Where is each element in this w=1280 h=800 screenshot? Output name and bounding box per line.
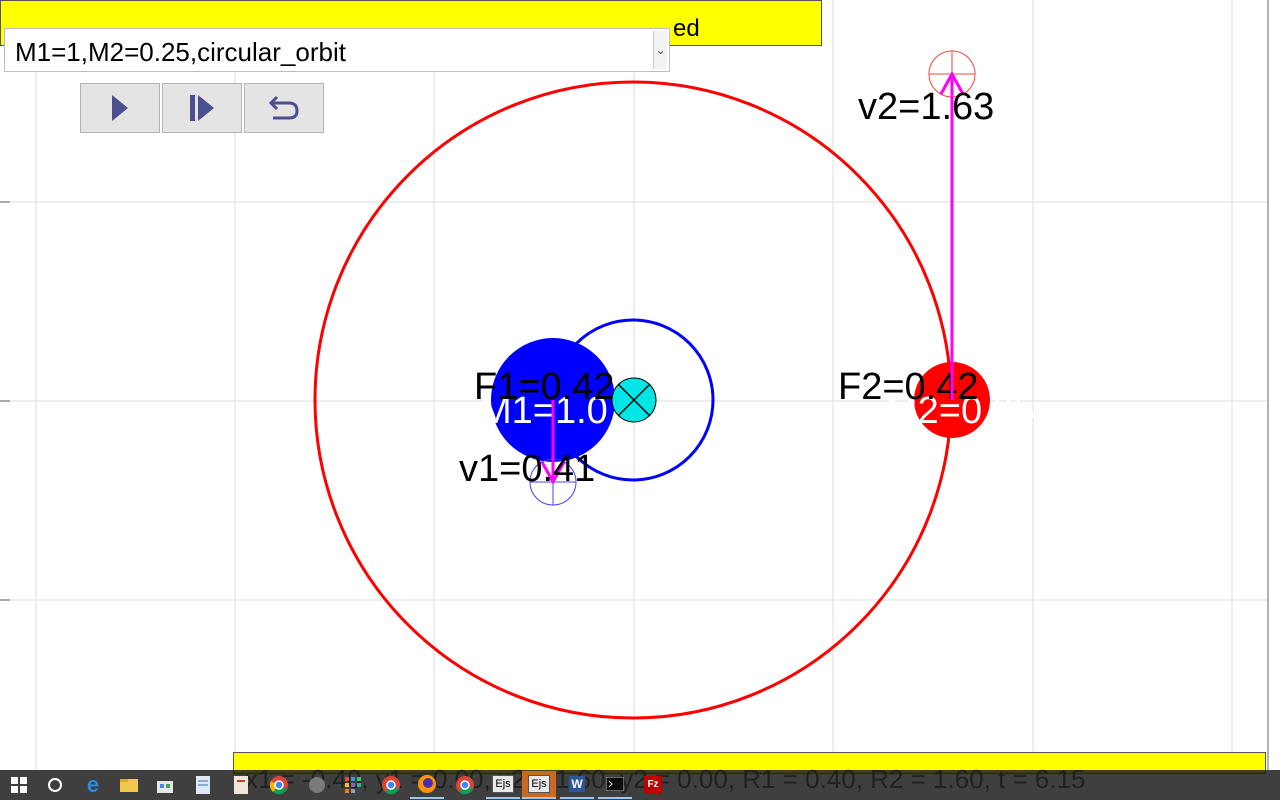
windows-start-button[interactable] — [2, 771, 36, 799]
top-message-text: ed — [673, 15, 700, 42]
store-icon — [157, 781, 173, 793]
chrome-taskbar-item[interactable] — [262, 771, 296, 799]
app-icon — [234, 776, 248, 794]
chrome-taskbar-item-2[interactable] — [374, 771, 408, 799]
document-icon — [309, 777, 325, 793]
preset-select[interactable]: M1=1,M2=0.25,circular_orbit ⌄ — [4, 28, 670, 72]
notepad-taskbar-item[interactable] — [186, 771, 220, 799]
terminal-icon — [606, 777, 624, 791]
search-button[interactable] — [38, 771, 72, 799]
body1-force-label: F1=0.42 — [474, 366, 615, 408]
preset-select-value: M1=1,M2=0.25,circular_orbit — [15, 37, 346, 67]
ejs-taskbar-item-1[interactable]: Ejs — [486, 771, 520, 799]
grid-icon — [345, 777, 361, 793]
cmd-taskbar-item[interactable] — [598, 771, 632, 799]
windows-logo-icon — [11, 777, 27, 793]
body1-velocity-label: v1=0.41 — [459, 448, 595, 490]
play-button[interactable] — [80, 83, 160, 133]
reset-icon — [268, 95, 299, 120]
word-taskbar-item[interactable]: W — [560, 771, 594, 799]
store-taskbar-item[interactable] — [148, 771, 182, 799]
cortana-search-icon — [48, 778, 62, 792]
document-icon — [196, 776, 210, 794]
file-explorer-taskbar-item[interactable] — [112, 771, 146, 799]
body2-velocity-label: v2=1.63 — [858, 86, 994, 128]
filezilla-icon: Fz — [644, 776, 662, 794]
edge-taskbar-item[interactable]: e — [76, 771, 110, 799]
step-forward-icon — [190, 95, 214, 121]
app-taskbar-item-8[interactable] — [300, 771, 334, 799]
reset-button[interactable] — [244, 83, 324, 133]
step-button[interactable] — [162, 83, 242, 133]
firefox-taskbar-item[interactable] — [410, 771, 444, 799]
windows-taskbar: e Ejs Ejs W Fz — [0, 770, 1280, 800]
filezilla-taskbar-item[interactable]: Fz — [636, 771, 670, 799]
edge-icon: e — [86, 772, 100, 797]
ejs-icon: Ejs — [528, 775, 550, 793]
ejs-icon: Ejs — [492, 775, 514, 793]
chrome-icon — [456, 776, 474, 795]
folder-icon — [120, 779, 138, 792]
ejs-taskbar-item-2[interactable]: Ejs — [522, 771, 556, 799]
firefox-icon — [418, 775, 436, 793]
word-icon: W — [569, 776, 585, 792]
chevron-down-icon[interactable]: ⌄ — [653, 31, 667, 69]
app-taskbar-item-7[interactable] — [224, 771, 258, 799]
app-grid-taskbar-item[interactable] — [336, 771, 370, 799]
simulation-toolbar — [80, 83, 326, 133]
chrome-taskbar-item-3[interactable] — [448, 771, 482, 799]
axis-ticks — [0, 201, 10, 601]
play-icon — [112, 95, 128, 121]
chrome-icon — [269, 776, 288, 795]
body2-force-label: F2=0.42 — [838, 366, 979, 408]
chrome-icon — [382, 776, 400, 795]
